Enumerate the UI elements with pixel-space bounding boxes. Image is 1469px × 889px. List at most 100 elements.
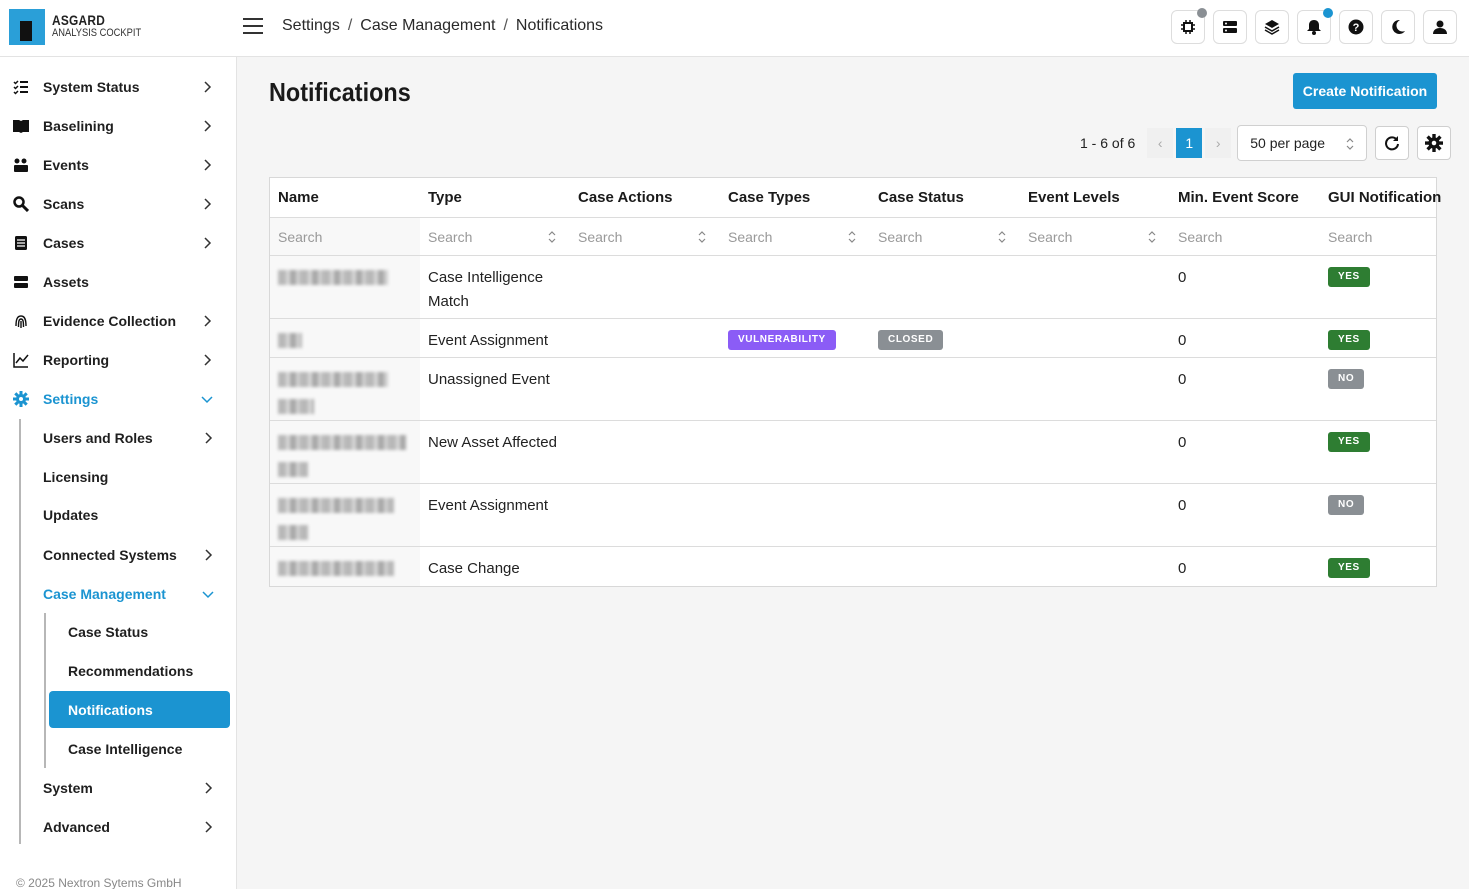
chevron-right-icon [204, 120, 212, 132]
sidebar-item-recommendations[interactable]: Recommendations [68, 656, 225, 686]
chevron-right-icon [204, 159, 212, 171]
server-icon[interactable] [1213, 10, 1247, 44]
sidebar-item-label: Evidence Collection [43, 313, 177, 329]
user-icon[interactable] [1423, 10, 1457, 44]
checklist-icon [12, 78, 30, 96]
gui-cell: NO [1320, 358, 1469, 420]
layers-icon[interactable] [1255, 10, 1289, 44]
column-header-case-actions[interactable]: Case Actions [570, 178, 720, 217]
fingerprint-icon [12, 312, 30, 330]
case-types-search-select[interactable]: Search [720, 218, 870, 255]
sidebar-item-label: Licensing [43, 469, 109, 485]
column-header-type[interactable]: Type [420, 178, 570, 217]
sidebar-item-label: Cases [43, 235, 85, 251]
page-button[interactable]: 1 [1176, 128, 1203, 158]
case-types-cell [720, 421, 870, 483]
tree-line [44, 613, 46, 768]
app-logo[interactable]: ASGARD ANALYSIS COCKPIT [9, 9, 157, 45]
chip-icon[interactable] [1171, 8, 1207, 44]
column-header-case-status[interactable]: Case Status [870, 178, 1020, 217]
case-actions-search-select[interactable]: Search [570, 218, 720, 255]
sidebar-item-reporting[interactable]: Reporting [12, 345, 224, 375]
name-cell-redacted [270, 547, 420, 586]
min-score-cell: 0 [1178, 560, 1187, 577]
type-search-select[interactable]: Search [420, 218, 570, 255]
tree-line [19, 419, 21, 844]
sidebar-item-label: Case Management [43, 586, 166, 602]
sort-icon [548, 231, 556, 243]
sidebar-item-system-status[interactable]: System Status [12, 72, 224, 102]
sidebar-item-updates[interactable]: Updates [43, 500, 225, 530]
status-badge: NO [1328, 369, 1365, 389]
sidebar-item-cases[interactable]: Cases [12, 228, 224, 258]
sidebar-item-evidence-collection[interactable]: Evidence Collection [12, 306, 224, 336]
bell-icon[interactable] [1297, 8, 1333, 44]
sidebar-item-system[interactable]: System [43, 773, 225, 803]
prev-page-button[interactable]: ‹ [1147, 128, 1174, 158]
gui-search-input[interactable]: Search [1320, 218, 1469, 255]
notifications-table: Name Type Case Actions Case Types Case S… [269, 177, 1441, 587]
refresh-icon [1385, 136, 1400, 151]
events-icon [12, 156, 30, 174]
table-row[interactable]: Event Assignment VULNERABILITY CLOSED 0 … [270, 319, 1436, 358]
case-actions-cell [570, 319, 720, 357]
moon-icon[interactable] [1381, 10, 1415, 44]
table-row[interactable]: Unassigned Event 0 NO [270, 358, 1436, 421]
min-score-cell: 0 [1178, 497, 1187, 514]
sidebar-item-connected-systems[interactable]: Connected Systems [43, 540, 225, 570]
case-status-search-select[interactable]: Search [870, 218, 1020, 255]
sidebar-item-events[interactable]: Events [12, 150, 224, 180]
type-cell: New Asset Affected [428, 434, 557, 451]
help-icon[interactable]: ? [1339, 10, 1373, 44]
breadcrumb-case-management[interactable]: Case Management [360, 17, 495, 35]
next-page-button[interactable]: › [1205, 128, 1232, 158]
event-levels-search-select[interactable]: Search [1020, 218, 1170, 255]
sidebar-item-case-intelligence[interactable]: Case Intelligence [68, 734, 225, 764]
per-page-select[interactable]: 50 per page [1237, 125, 1368, 161]
chevron-right-icon [204, 237, 212, 249]
min-score-search-input[interactable]: Search [1170, 218, 1320, 255]
sidebar-item-notifications[interactable]: Notifications [49, 691, 230, 728]
sidebar-item-baselining[interactable]: Baselining [12, 111, 224, 141]
table-row[interactable]: Event Assignment 0 NO [270, 484, 1436, 547]
sidebar-item-users-and-roles[interactable]: Users and Roles [43, 423, 225, 453]
sidebar-item-settings[interactable]: Settings [12, 384, 224, 414]
refresh-button[interactable] [1375, 126, 1410, 160]
create-notification-button[interactable]: Create Notification [1293, 73, 1437, 109]
table-row[interactable]: Case Change 0 YES [270, 547, 1436, 586]
sidebar-item-label: Users and Roles [43, 430, 153, 446]
sidebar-item-case-status[interactable]: Case Status [68, 617, 225, 647]
table-row[interactable]: Case Intelligence Match 0 YES [270, 256, 1436, 319]
menu-toggle-icon[interactable] [243, 18, 263, 34]
gui-cell: YES [1320, 547, 1469, 586]
case-status-cell [870, 421, 1020, 483]
sidebar-item-label: Updates [43, 507, 99, 523]
sort-icon [848, 231, 856, 243]
table-settings-button[interactable] [1417, 126, 1452, 160]
column-header-min-event-score[interactable]: Min. Event Score [1170, 178, 1320, 217]
cases-icon [12, 234, 30, 252]
type-cell: Event Assignment [428, 332, 549, 349]
sidebar-item-assets[interactable]: Assets [12, 267, 224, 297]
column-header-case-types[interactable]: Case Types [720, 178, 870, 217]
sidebar-item-scans[interactable]: Scans [12, 189, 224, 219]
sidebar-item-licensing[interactable]: Licensing [43, 462, 225, 492]
sidebar-item-label: System Status [43, 79, 140, 95]
breadcrumb-settings[interactable]: Settings [282, 17, 340, 35]
sidebar-item-advanced[interactable]: Advanced [43, 812, 225, 842]
column-header-event-levels[interactable]: Event Levels [1020, 178, 1170, 217]
type-cell: Event Assignment [428, 497, 549, 514]
chevron-right-icon [205, 782, 213, 794]
pagination: 1 - 6 of 6 ‹ 1 › 50 per page [1080, 125, 1452, 161]
case-status-cell [870, 547, 1020, 586]
chevron-right-icon [204, 315, 212, 327]
page-title: Notifications [269, 77, 411, 107]
column-header-name[interactable]: Name [270, 178, 420, 217]
logo-subtitle: ANALYSIS COCKPIT [52, 27, 142, 39]
event-levels-cell [1020, 547, 1170, 586]
sidebar-item-case-management[interactable]: Case Management [43, 579, 225, 609]
chevron-right-icon [205, 821, 213, 833]
column-header-gui-notification[interactable]: GUI Notification [1320, 178, 1469, 217]
name-search-input[interactable]: Search [270, 218, 420, 255]
table-row[interactable]: New Asset Affected 0 YES [270, 421, 1436, 484]
